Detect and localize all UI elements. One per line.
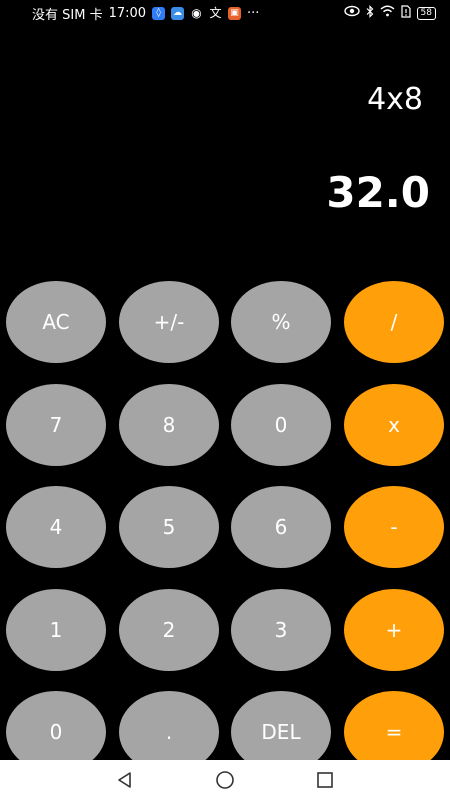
home-circle-icon — [216, 771, 234, 789]
digit-2-button[interactable]: 2 — [119, 589, 219, 671]
digit-7-button[interactable]: 7 — [6, 384, 106, 466]
back-button[interactable] — [115, 770, 135, 790]
cloud-app-icon: ☁ — [171, 6, 185, 20]
system-navigation-bar — [0, 760, 450, 800]
translate-icon: 文 — [209, 5, 222, 20]
multiply-button[interactable]: x — [344, 384, 444, 466]
result-display: 32.0 — [326, 168, 430, 217]
digit-5-button[interactable]: 5 — [119, 486, 219, 568]
expression-display: 4x8 — [367, 82, 423, 117]
carrier-text: 没有 SIM 卡 — [32, 7, 103, 23]
ac-button[interactable]: AC — [6, 281, 106, 363]
digit-0-top-button[interactable]: 0 — [231, 384, 331, 466]
recents-button[interactable] — [315, 770, 335, 790]
plus-button[interactable]: + — [344, 589, 444, 671]
wifi-icon — [380, 5, 395, 21]
status-bar: 没有 SIM 卡 17:00 ◊ ☁ ◉ 文 ▣ ··· 58 — [0, 0, 450, 26]
eye-comfort-icon — [343, 5, 360, 21]
sim-alert-icon — [400, 4, 411, 22]
clock-text: 17:00 — [108, 5, 147, 21]
store-app-icon: ▣ — [228, 6, 242, 20]
status-right: 58 — [343, 4, 436, 22]
digit-6-button[interactable]: 6 — [231, 486, 331, 568]
divide-button[interactable]: / — [344, 281, 444, 363]
digit-8-button[interactable]: 8 — [119, 384, 219, 466]
more-notifications-icon: ··· — [247, 5, 260, 21]
calculator-screen: 没有 SIM 卡 17:00 ◊ ☁ ◉ 文 ▣ ··· 58 4x8 32.0… — [0, 0, 450, 800]
digit-1-button[interactable]: 1 — [6, 589, 106, 671]
home-button[interactable] — [215, 770, 235, 790]
recents-square-icon — [317, 772, 333, 788]
wechat-icon: ◉ — [191, 5, 202, 20]
minus-button[interactable]: - — [344, 486, 444, 568]
bluetooth-icon — [366, 4, 374, 22]
digit-4-button[interactable]: 4 — [6, 486, 106, 568]
plus-minus-button[interactable]: +/- — [119, 281, 219, 363]
battery-icon: 58 — [416, 6, 436, 20]
back-triangle-icon — [118, 772, 131, 788]
digit-3-button[interactable]: 3 — [231, 589, 331, 671]
shield-app-icon: ◊ — [152, 6, 166, 20]
status-left: 没有 SIM 卡 17:00 ◊ ☁ ◉ 文 ▣ ··· — [32, 4, 259, 23]
percent-button[interactable]: % — [231, 281, 331, 363]
